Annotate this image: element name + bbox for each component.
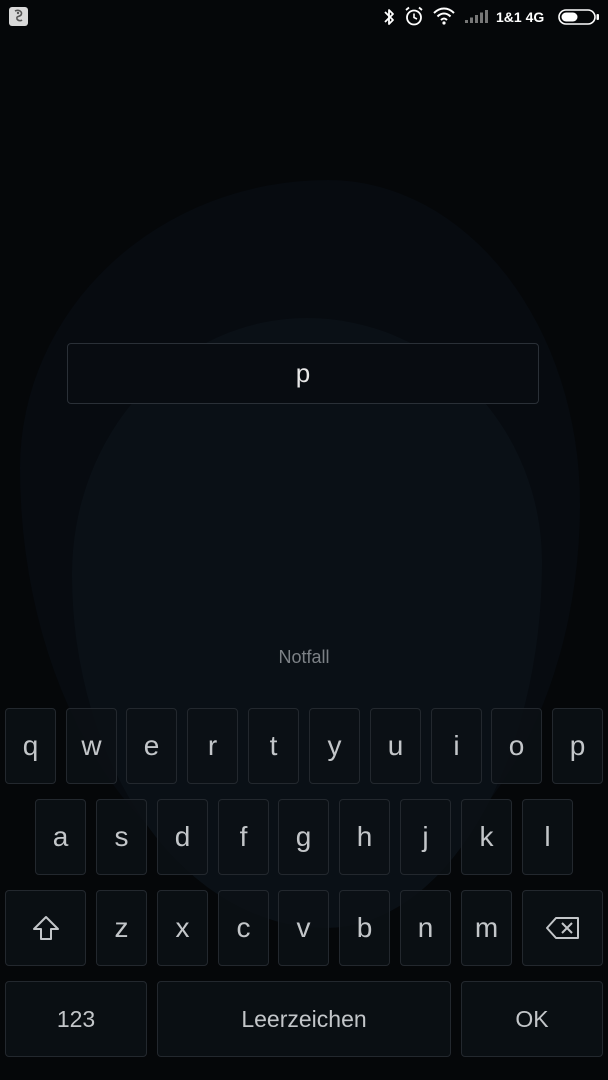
bluetooth-icon xyxy=(384,9,394,25)
key-d[interactable]: d xyxy=(157,799,208,875)
key-h[interactable]: h xyxy=(339,799,390,875)
ok-key[interactable]: OK xyxy=(461,981,603,1057)
key-v[interactable]: v xyxy=(278,890,329,966)
key-l[interactable]: l xyxy=(522,799,573,875)
key-r[interactable]: r xyxy=(187,708,238,784)
key-o[interactable]: o xyxy=(491,708,542,784)
carrier-label: 1&1 4G xyxy=(496,9,545,25)
key-a[interactable]: a xyxy=(35,799,86,875)
key-g[interactable]: g xyxy=(278,799,329,875)
wallpaper-shape-outer xyxy=(20,180,580,900)
key-i[interactable]: i xyxy=(431,708,482,784)
app-notification-icon xyxy=(9,7,28,26)
signal-icon xyxy=(465,10,488,23)
key-c[interactable]: c xyxy=(218,890,269,966)
key-j[interactable]: j xyxy=(400,799,451,875)
status-bar: 1&1 4G xyxy=(0,0,608,34)
key-n[interactable]: n xyxy=(400,890,451,966)
key-x[interactable]: x xyxy=(157,890,208,966)
key-s[interactable]: s xyxy=(96,799,147,875)
space-key[interactable]: Leerzeichen xyxy=(157,981,451,1057)
key-t[interactable]: t xyxy=(248,708,299,784)
key-e[interactable]: e xyxy=(126,708,177,784)
key-k[interactable]: k xyxy=(461,799,512,875)
backspace-key[interactable] xyxy=(522,890,603,966)
key-p[interactable]: p xyxy=(552,708,603,784)
shift-key[interactable] xyxy=(5,890,86,966)
battery-icon xyxy=(558,9,599,25)
key-u[interactable]: u xyxy=(370,708,421,784)
key-z[interactable]: z xyxy=(96,890,147,966)
key-w[interactable]: w xyxy=(66,708,117,784)
key-y[interactable]: y xyxy=(309,708,360,784)
numbers-key[interactable]: 123 xyxy=(5,981,147,1057)
alarm-icon xyxy=(405,6,423,26)
key-f[interactable]: f xyxy=(218,799,269,875)
lock-screen: 1&1 4G p Notfall q w e r t y u i o p a s… xyxy=(0,0,608,1080)
backspace-icon xyxy=(545,917,579,939)
password-input[interactable]: p xyxy=(67,343,539,404)
wifi-icon xyxy=(433,7,455,25)
key-m[interactable]: m xyxy=(461,890,512,966)
emergency-call-button[interactable]: Notfall xyxy=(204,644,404,670)
shift-icon xyxy=(32,916,59,940)
key-q[interactable]: q xyxy=(5,708,56,784)
key-b[interactable]: b xyxy=(339,890,390,966)
